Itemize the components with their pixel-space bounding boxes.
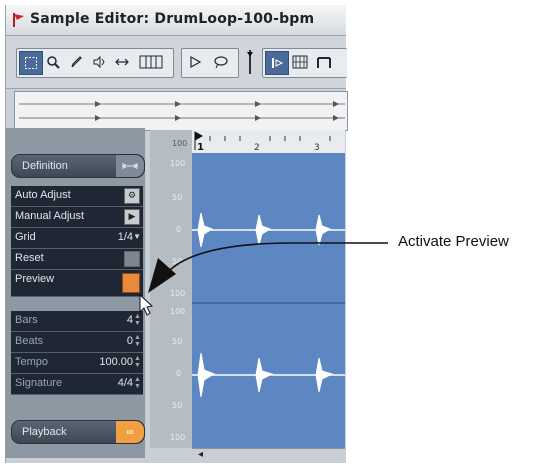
callout-arrow-line <box>169 242 388 271</box>
callout-label: Activate Preview <box>398 233 509 250</box>
callout-arrow-head <box>148 258 176 293</box>
mouse-pointer-icon <box>139 293 154 316</box>
